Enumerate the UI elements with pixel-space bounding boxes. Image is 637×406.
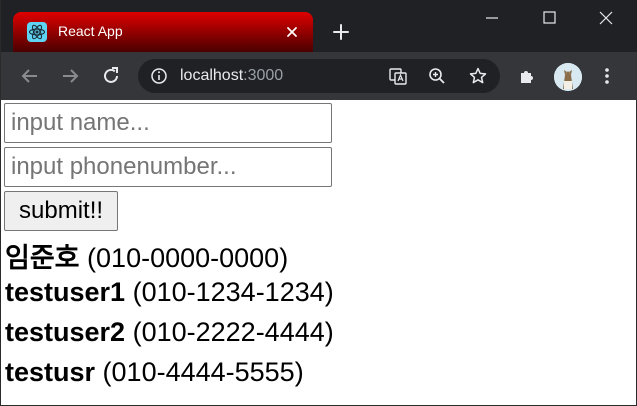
url-port: :3000 (243, 67, 284, 84)
contact-phone: (010-4444-5555) (102, 357, 304, 387)
tab-strip: React App (1, 0, 637, 52)
contact-name: testusr (5, 357, 96, 387)
close-tab-icon[interactable] (281, 21, 303, 43)
zoom-icon[interactable] (427, 66, 447, 86)
avatar[interactable] (554, 63, 582, 91)
forward-icon[interactable] (58, 64, 82, 88)
info-icon[interactable] (150, 67, 168, 85)
tab-title: React App (58, 23, 123, 39)
contact-phone: (010-2222-4444) (132, 317, 334, 347)
submit-button[interactable]: submit!! (4, 191, 119, 231)
contact-item: testuser2 (010-2222-4444) (5, 317, 334, 348)
contact-item: testuser1 (010-1234-1234) (5, 277, 334, 308)
new-tab-plus-icon[interactable] (329, 20, 353, 44)
minimize-icon[interactable] (463, 0, 521, 36)
contact-phone: (010-1234-1234) (132, 277, 334, 307)
url-text: localhost:3000 (180, 67, 283, 85)
profile-picture-icon (554, 63, 582, 91)
extensions-icon[interactable] (516, 64, 540, 88)
menu-icon[interactable] (595, 64, 619, 88)
back-icon[interactable] (18, 64, 42, 88)
address-bar[interactable]: localhost:3000 (138, 59, 500, 93)
phone-input[interactable] (4, 147, 332, 187)
contact-name: testuser1 (5, 277, 126, 307)
window-close-icon[interactable] (579, 0, 637, 36)
contact-name: 임준호 (5, 243, 80, 273)
star-icon[interactable] (468, 66, 488, 86)
contact-item: 임준호 (010-0000-0000) (5, 236, 288, 275)
maximize-icon[interactable] (521, 0, 579, 36)
url-host: localhost (180, 67, 244, 84)
translate-icon[interactable] (388, 66, 408, 86)
browser-window: React App localhost:3000 input name... i… (0, 0, 637, 406)
browser-toolbar: localhost:3000 (1, 52, 637, 100)
contact-phone: (010-0000-0000) (87, 243, 289, 273)
name-input[interactable] (4, 103, 332, 143)
page-content: submit!! 임준호 (010-0000-0000) testuser1 (… (2, 100, 636, 405)
reload-icon[interactable] (99, 64, 123, 88)
react-logo-icon (27, 22, 47, 42)
tab-react-app[interactable]: React App (13, 12, 313, 52)
contact-name: testuser2 (5, 317, 126, 347)
contact-item: testusr (010-4444-5555) (5, 357, 304, 388)
